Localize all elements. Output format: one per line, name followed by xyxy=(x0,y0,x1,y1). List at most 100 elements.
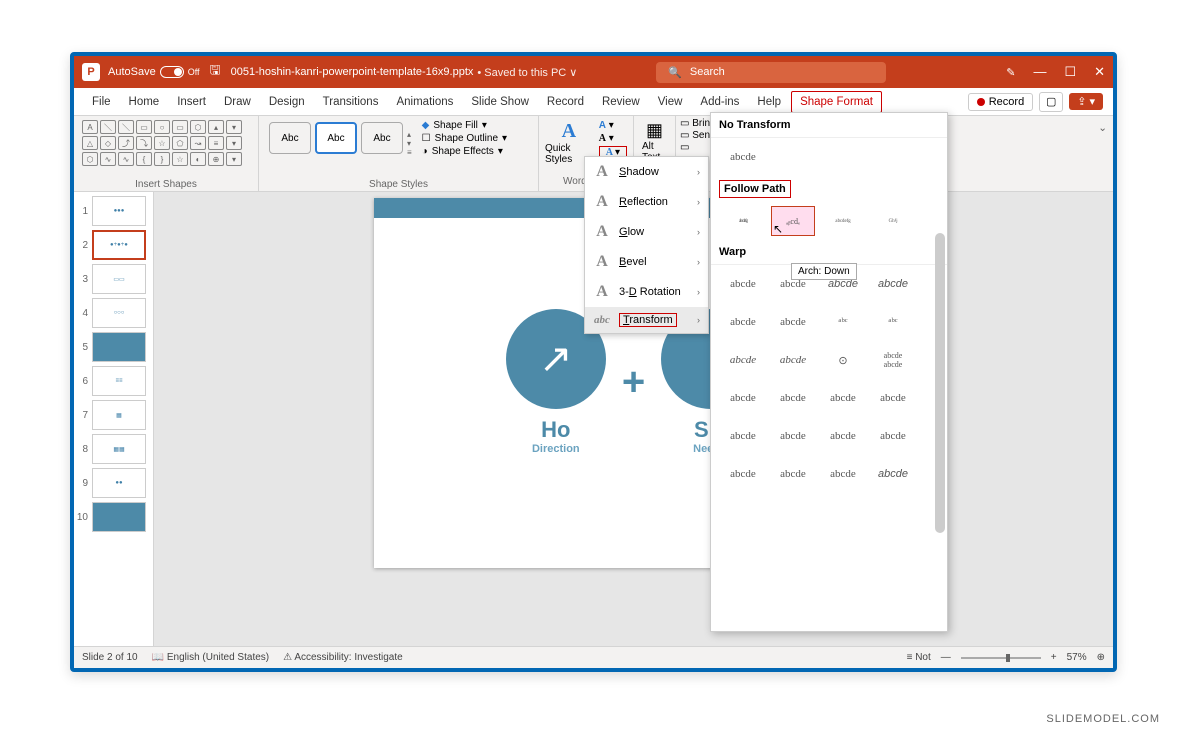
warp-preset[interactable]: abcde xyxy=(771,345,815,375)
text-effects-menu: AShadow› AReflection› AGlow› ABevel› A3-… xyxy=(584,156,709,334)
warp-preset[interactable]: abcde xyxy=(721,345,765,375)
shape-outline-button[interactable]: ☐Shape Outline ▾ xyxy=(422,133,507,144)
minimize-button[interactable]: — xyxy=(1033,64,1046,80)
warp-preset[interactable]: abcde xyxy=(871,383,915,413)
group-insert-shapes: Insert Shapes xyxy=(82,177,250,190)
tab-insert[interactable]: Insert xyxy=(169,92,214,112)
app-icon: P xyxy=(82,63,100,81)
tab-design[interactable]: Design xyxy=(261,92,313,112)
preset-button[interactable]: ᴳʰⁱʲ xyxy=(871,206,915,236)
zoom-slider[interactable] xyxy=(961,657,1041,659)
warp-preset[interactable]: abcde xyxy=(771,307,815,337)
warp-preset[interactable]: abcde xyxy=(871,459,915,489)
menu-reflection[interactable]: AReflection› xyxy=(585,187,708,217)
shape-effects-button[interactable]: ◑Shape Effects ▾ xyxy=(422,146,507,157)
tab-record[interactable]: Record xyxy=(539,92,592,112)
menu-glow[interactable]: AGlow› xyxy=(585,217,708,247)
warp-preset[interactable]: abcde xyxy=(821,459,865,489)
thumb-2[interactable]: ●+●+● xyxy=(92,230,146,260)
shape-style-1[interactable]: Abc xyxy=(269,122,311,154)
menu-bevel[interactable]: ABevel› xyxy=(585,247,708,277)
warp-preset[interactable]: abcde xyxy=(771,421,815,451)
filename: 0051-hoshin-kanri-powerpoint-template-16… xyxy=(231,66,474,78)
tab-view[interactable]: View xyxy=(650,92,691,112)
save-icon[interactable]: 🖫 xyxy=(210,61,221,83)
menu-shadow[interactable]: AShadow› xyxy=(585,157,708,187)
search-input[interactable]: 🔍 Search xyxy=(656,62,886,83)
search-icon: 🔍 xyxy=(668,66,682,79)
thumb-6[interactable]: ≡≡ xyxy=(92,366,146,396)
shape-style-2[interactable]: Abc xyxy=(315,122,357,154)
autosave-toggle[interactable]: AutoSave Off xyxy=(108,66,200,78)
preset-arch-up[interactable]: ᵃᵇᶜᵈᵉᶠᵍ xyxy=(721,206,765,236)
ribbon-tabs: File Home Insert Draw Design Transitions… xyxy=(74,88,1113,116)
menu-transform[interactable]: abcTransform› xyxy=(585,307,708,333)
slide-counter: Slide 2 of 10 xyxy=(82,652,138,663)
warp-preset[interactable]: abcde xyxy=(771,383,815,413)
shape-fill-button[interactable]: ◆Shape Fill ▾ xyxy=(422,120,507,131)
saved-status: • Saved to this PC ∨ xyxy=(477,66,577,79)
warp-preset[interactable]: abcde xyxy=(721,307,765,337)
zoom-level[interactable]: 57% xyxy=(1067,652,1087,663)
thumb-10[interactable] xyxy=(92,502,146,532)
thumb-9[interactable]: ●● xyxy=(92,468,146,498)
thumb-1[interactable]: ●●● xyxy=(92,196,146,226)
thumb-8[interactable]: ▦▦ xyxy=(92,434,146,464)
warp-preset[interactable]: abcde xyxy=(821,383,865,413)
tab-file[interactable]: File xyxy=(84,92,119,112)
shapes-gallery[interactable]: A＼＼▭○▭⬡▴▾ △◇⤴⤵☆⬠↝≡▾ ⬡∿∿{}☆◐⊕▾ xyxy=(82,120,242,166)
language-status[interactable]: 📖 English (United States) xyxy=(152,652,270,663)
thumb-3[interactable]: ▭▭ xyxy=(92,264,146,294)
thumb-5[interactable] xyxy=(92,332,146,362)
fit-button[interactable]: ⊕ xyxy=(1097,652,1105,663)
watermark: SLIDEMODEL.COM xyxy=(1046,713,1160,725)
close-button[interactable]: ✕ xyxy=(1094,64,1105,80)
notes-button[interactable]: ≡ Not xyxy=(907,652,931,663)
warp-preset[interactable]: abcdeabcde xyxy=(871,345,915,375)
text-outline-button[interactable]: A ▾ xyxy=(599,133,627,144)
menu-3d-rotation[interactable]: A3-D Rotation› xyxy=(585,277,708,307)
warp-preset[interactable]: abcde xyxy=(771,459,815,489)
tab-addins[interactable]: Add-ins xyxy=(692,92,747,112)
pen-icon[interactable]: ✎ xyxy=(1006,66,1015,79)
label-ho: Ho xyxy=(506,417,606,443)
record-button[interactable]: Record xyxy=(968,93,1033,111)
present-button[interactable]: ▢ xyxy=(1039,92,1063,112)
tooltip-arch-down: Arch: Down xyxy=(791,263,857,280)
warp-preset[interactable]: abcde xyxy=(871,269,915,299)
tab-shape-format[interactable]: Shape Format xyxy=(791,91,882,113)
group-shape-styles: Shape Styles xyxy=(267,177,530,190)
warp-preset[interactable]: abcde xyxy=(871,421,915,451)
text-fill-button[interactable]: A ▾ xyxy=(599,120,627,131)
tab-transitions[interactable]: Transitions xyxy=(315,92,387,112)
tab-slideshow[interactable]: Slide Show xyxy=(463,92,537,112)
transform-flyout: No Transform abcde Follow Path ᵃᵇᶜᵈᵉᶠᵍ ₐ… xyxy=(710,112,948,632)
thumb-7[interactable]: ▦ xyxy=(92,400,146,430)
warp-preset[interactable]: abcde xyxy=(821,421,865,451)
warp-preset[interactable]: abcde xyxy=(721,383,765,413)
share-button[interactable]: ⇪ ▾ xyxy=(1069,93,1103,110)
maximize-button[interactable]: ☐ xyxy=(1064,64,1076,80)
tab-help[interactable]: Help xyxy=(749,92,789,112)
tab-draw[interactable]: Draw xyxy=(216,92,259,112)
section-warp: Warp xyxy=(711,240,947,265)
shape-style-3[interactable]: Abc xyxy=(361,122,403,154)
preset-circle[interactable]: ᵃᵇᶜᵈᵉᶠᵍ xyxy=(821,206,865,236)
plus-icon: + xyxy=(622,360,645,405)
thumb-4[interactable]: ○○○ xyxy=(92,298,146,328)
preset-none[interactable]: abcde xyxy=(721,142,765,172)
tab-review[interactable]: Review xyxy=(594,92,648,112)
tab-home[interactable]: Home xyxy=(121,92,168,112)
accessibility-status[interactable]: ⚠ Accessibility: Investigate xyxy=(283,652,403,663)
warp-preset[interactable]: ⊙ xyxy=(821,345,865,375)
section-follow-path: Follow Path xyxy=(719,180,791,198)
tab-animations[interactable]: Animations xyxy=(388,92,461,112)
slide-thumbnails[interactable]: 1●●● 2●+●+● 3▭▭ 4○○○ 5 6≡≡ 7▦ 8▦▦ 9●● 10 xyxy=(74,192,154,646)
warp-preset[interactable]: abcde xyxy=(721,459,765,489)
warp-preset[interactable]: ᵃᵇᶜ xyxy=(871,307,915,337)
warp-preset[interactable]: abcde xyxy=(721,421,765,451)
warp-preset[interactable]: ᵃᵇᶜ xyxy=(821,307,865,337)
sublabel-direction: Direction xyxy=(506,443,606,455)
flyout-scrollbar[interactable] xyxy=(935,233,945,533)
warp-preset[interactable]: abcde xyxy=(721,269,765,299)
